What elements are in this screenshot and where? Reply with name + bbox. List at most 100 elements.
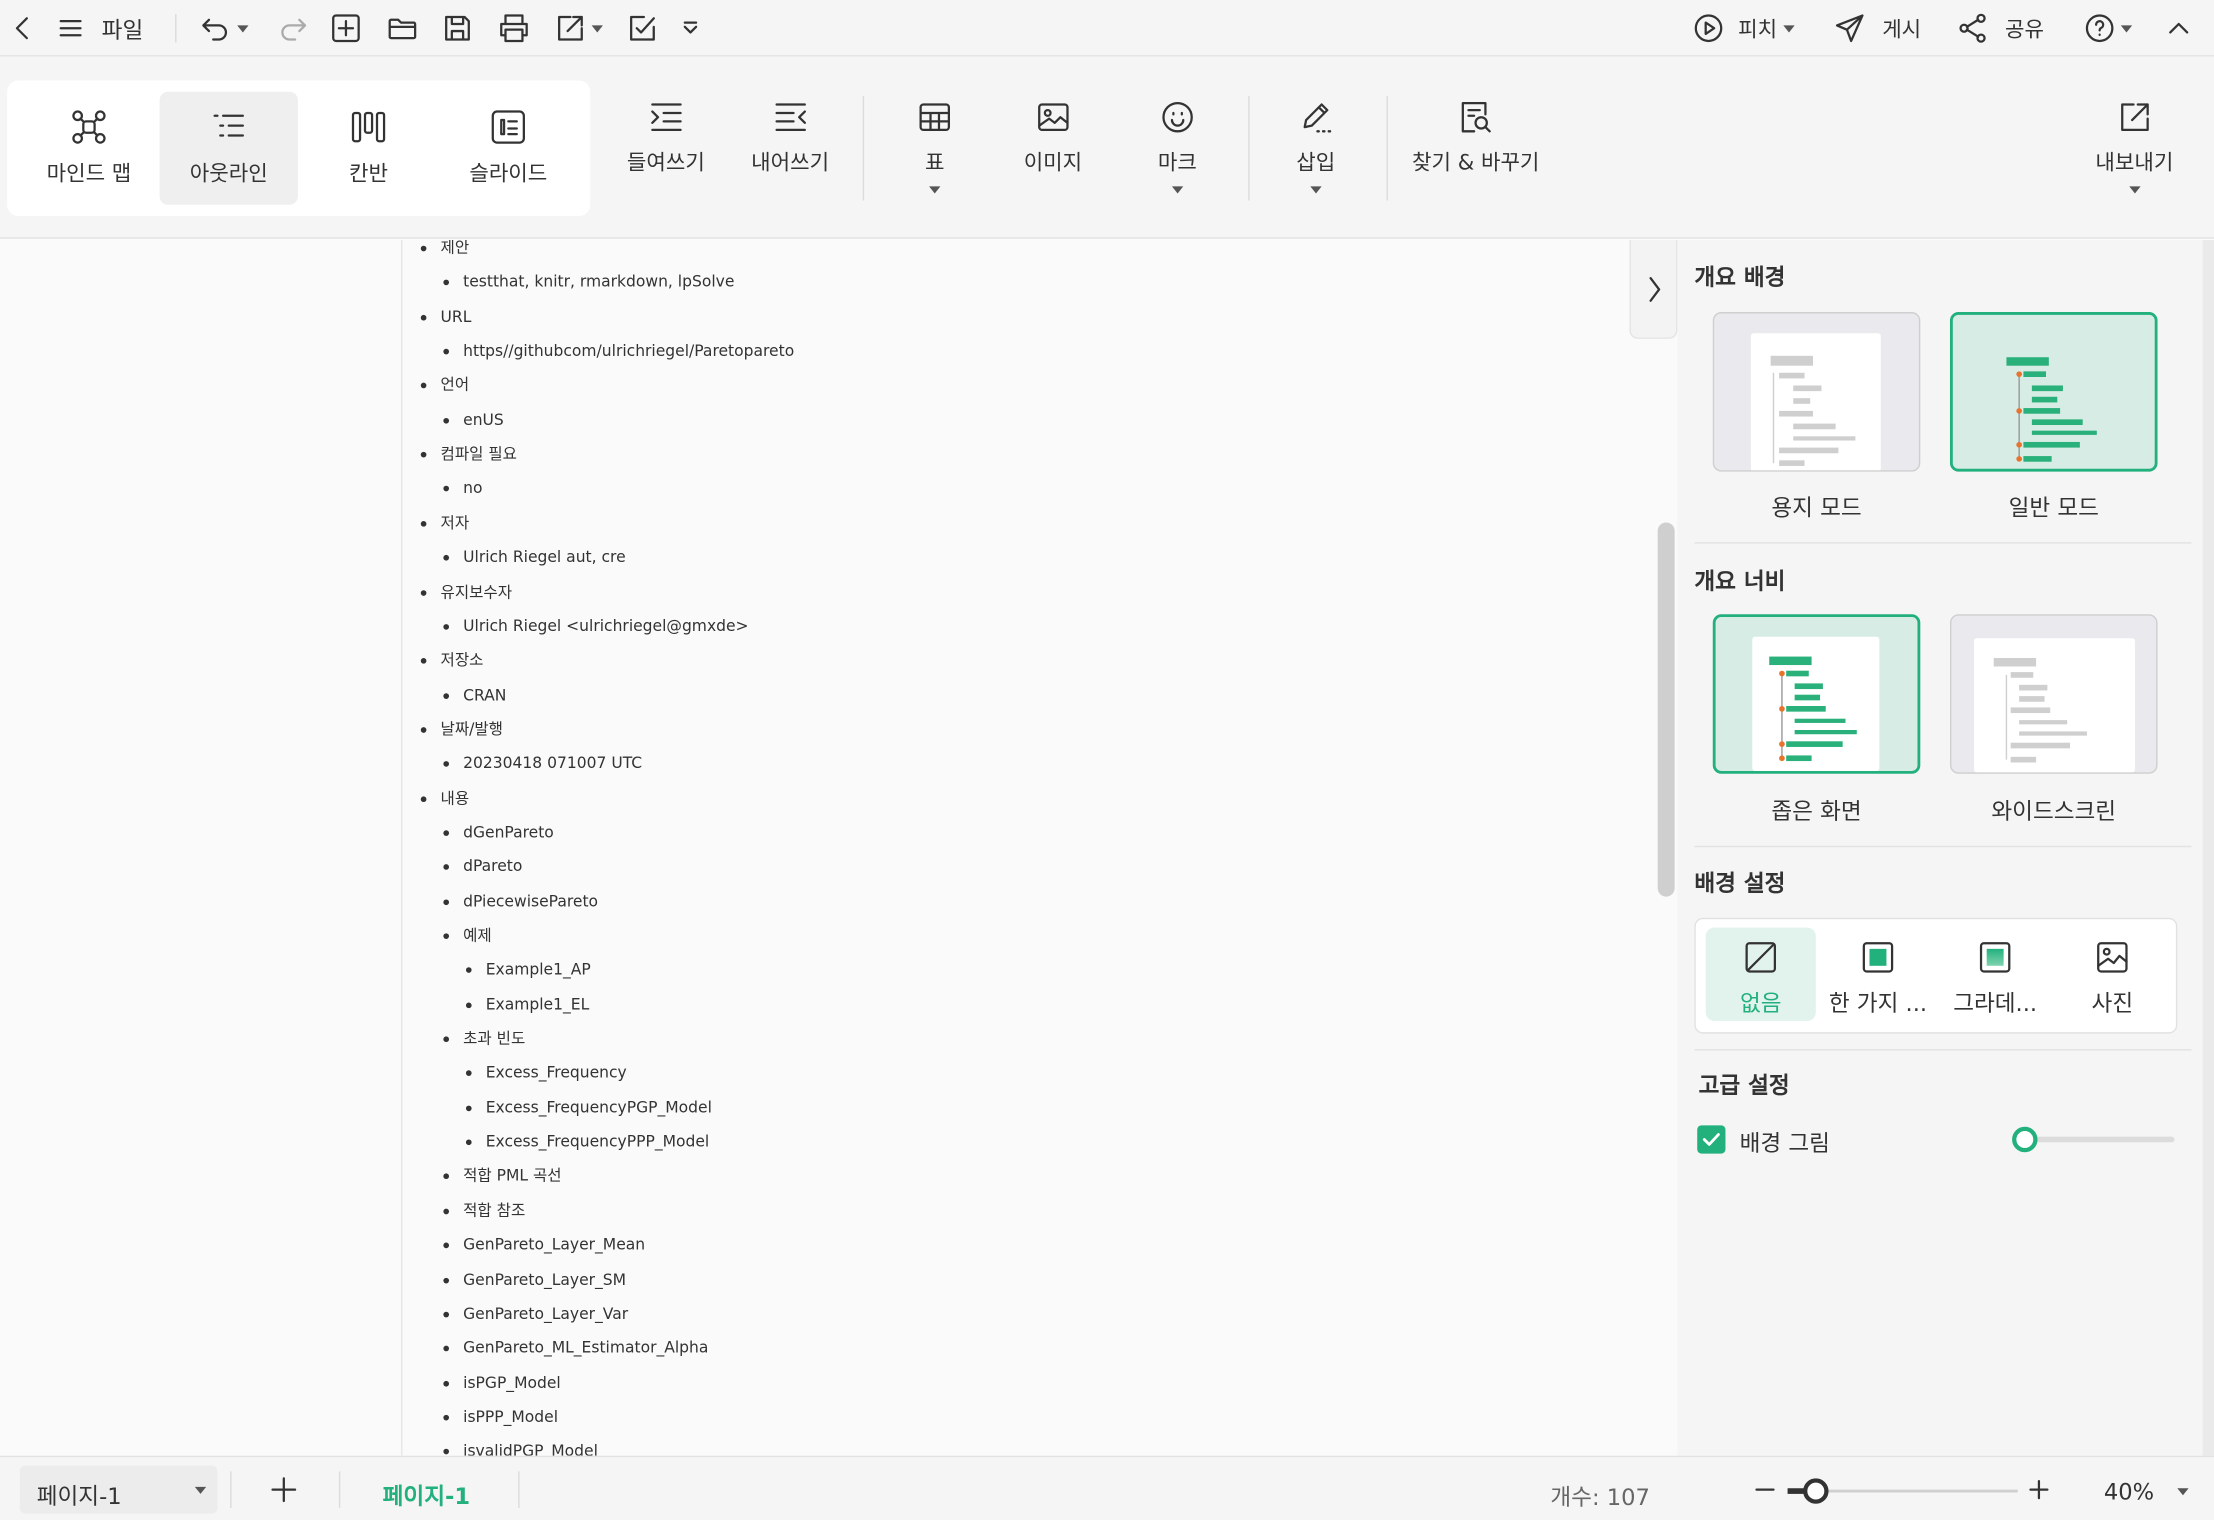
outline-node-level-0[interactable]: 저장소 (420, 651, 483, 671)
outline-node-level-1[interactable]: 적합 PML 곡선 (443, 1167, 562, 1187)
narrow-width-card[interactable] (1712, 614, 1921, 774)
page-tab[interactable]: 페이지-1 (383, 1477, 470, 1511)
outline-node-level-1[interactable]: GenPareto_Layer_Mean (443, 1236, 645, 1256)
view-slide[interactable]: 슬라이드 (439, 92, 577, 205)
outline-node-level-0[interactable]: 날짜/발행 (420, 720, 503, 740)
outline-node-level-0[interactable]: 내용 (420, 789, 469, 809)
outline-node-level-1[interactable]: isvalidPGP_Model (443, 1442, 598, 1456)
outline-node-level-1[interactable]: isPGP_Model (443, 1373, 561, 1393)
outline-node-level-0[interactable]: 저자 (420, 514, 469, 534)
outline-node-level-1[interactable]: GenPareto_Layer_Var (443, 1304, 628, 1324)
panel-scrollbar[interactable] (2202, 240, 2214, 1456)
mark-button[interactable]: 마크 (1158, 99, 1197, 194)
share-button[interactable]: 공유 (1957, 11, 2044, 45)
save-button[interactable] (442, 11, 473, 45)
outline-node-level-1[interactable]: GenPareto_ML_Estimator_Alpha (443, 1339, 708, 1359)
save-icon (445, 15, 470, 41)
page-select-value: 페이지-1 (36, 1482, 122, 1510)
view-kanban[interactable]: 칸반 (299, 92, 437, 205)
export-quick-button[interactable] (555, 11, 603, 45)
paper-mode-card[interactable] (1712, 312, 1921, 472)
zoom-level[interactable]: 40% (2104, 1478, 2154, 1505)
outline-node-level-1[interactable]: GenPareto_Layer_SM (443, 1270, 626, 1290)
new-file-button[interactable] (330, 11, 361, 45)
undo-button[interactable] (201, 11, 249, 45)
outline-node-level-1[interactable]: Ulrich Riegel aut, cre (443, 548, 626, 568)
insert-button[interactable]: 삽입 (1296, 99, 1335, 194)
open-folder-button[interactable] (387, 11, 418, 45)
outline-node-level-2[interactable]: Excess_FrequencyPPP_Model (465, 1133, 709, 1153)
help-button[interactable] (2084, 11, 2133, 45)
task-button[interactable] (627, 11, 658, 45)
bg-option-photo[interactable]: 사진 (2057, 928, 2167, 1021)
outline-node-level-0[interactable]: 컴파일 필요 (420, 445, 517, 465)
app-window: 파일 피치 게시 공유 마인드 맵 아웃라인 칸반 슬라이드 들여쓰기 내어쓰기… (0, 0, 2214, 1520)
outline-node-level-1[interactable]: dPareto (443, 858, 522, 878)
image-button[interactable]: 이미지 (1024, 99, 1082, 177)
outline-node-level-0[interactable]: 유지보수자 (420, 582, 512, 602)
redo-button[interactable] (277, 11, 308, 45)
outline-node-level-1[interactable]: testthat, knitr, rmarkdown, lpSolve (443, 273, 734, 293)
back-icon[interactable] (8, 11, 36, 45)
minus-icon (1755, 1488, 1775, 1491)
outline-node-level-1[interactable]: CRAN (443, 686, 506, 706)
outline-node-level-1[interactable]: enUS (443, 411, 504, 431)
outline-node-level-1[interactable]: 예제 (443, 926, 492, 946)
outline-node-level-0[interactable]: 제안 (420, 240, 469, 258)
outline-node-level-1[interactable]: 초과 빈도 (443, 1029, 525, 1049)
zoom-dropdown-icon[interactable] (2177, 1488, 2189, 1496)
collapse-panel-button[interactable] (1629, 240, 1678, 339)
narrow-width-label: 좁은 화면 (1771, 797, 1862, 825)
bg-option-none[interactable]: 없음 (1705, 927, 1816, 1021)
outline-node-level-2[interactable]: Excess_FrequencyPGP_Model (465, 1098, 712, 1118)
view-outline[interactable]: 아웃라인 (159, 91, 298, 205)
outline-node-level-1[interactable]: https//githubcom/ulrichriegel/Paretopare… (443, 342, 794, 362)
outline-node-level-1[interactable]: dGenPareto (443, 823, 554, 843)
pitch-button[interactable]: 피치 (1693, 11, 1795, 45)
outline-node-level-1[interactable]: 적합 참조 (443, 1201, 525, 1221)
find-replace-button[interactable]: 찾기 & 바꾸기 (1412, 99, 1539, 177)
outline-node-level-2[interactable]: Example1_EL (465, 995, 589, 1015)
export-button[interactable]: 내보내기 (2095, 99, 2173, 194)
zoom-slider[interactable] (1787, 1478, 2018, 1504)
zoom-slider-thumb[interactable] (1802, 1478, 1828, 1504)
outline-node-level-2[interactable]: Example1_AP (465, 961, 591, 981)
widescreen-card[interactable] (1949, 614, 2158, 774)
image-icon (1037, 103, 1069, 132)
bg-image-checkbox[interactable] (1697, 1125, 1726, 1154)
share-out-icon (558, 15, 583, 41)
normal-mode-card[interactable] (1949, 312, 2158, 472)
outline-canvas[interactable]: 제안 testthat, knitr, rmarkdown, lpSolve URL… (0, 240, 1678, 1456)
indent-button[interactable]: 들여쓰기 (627, 99, 705, 177)
canvas-scrollbar[interactable] (1657, 522, 1675, 897)
add-page-button[interactable] (270, 1476, 298, 1504)
bg-option-gradient[interactable]: 그라데... (1940, 928, 2050, 1021)
page-select[interactable]: 페이지-1 (19, 1465, 218, 1514)
insert-label: 삽입 (1296, 149, 1336, 176)
send-icon (1835, 14, 1864, 43)
bg-option-gradient-label: 그라데... (1953, 989, 2038, 1017)
view-mindmap[interactable]: 마인드 맵 (20, 92, 158, 205)
zoom-in-button[interactable] (2028, 1477, 2051, 1502)
file-menu[interactable]: 파일 (56, 11, 143, 45)
outdent-button[interactable]: 내어쓰기 (751, 99, 829, 177)
zoom-out-button[interactable] (1754, 1477, 1777, 1502)
bg-image-opacity-thumb[interactable] (2012, 1126, 2038, 1153)
bg-option-solid-label: 한 가지 ... (1828, 989, 1928, 1017)
more-tools-button[interactable] (681, 11, 701, 45)
outline-node-level-1[interactable]: dPiecewisePareto (443, 892, 598, 912)
outline-node-level-1[interactable]: no (443, 479, 482, 499)
outline-node-level-1[interactable]: isPPP_Model (443, 1408, 558, 1428)
table-button[interactable]: 표 (916, 99, 953, 194)
outline-node-level-1[interactable]: Ulrich Riegel <ulrichriegel@gmxde> (443, 617, 749, 637)
bg-image-opacity-slider[interactable] (2012, 1126, 2175, 1153)
publish-label: 게시 (1882, 16, 1922, 42)
bg-option-solid[interactable]: 한 가지 ... (1823, 928, 1933, 1021)
publish-button[interactable]: 게시 (1834, 11, 1921, 45)
outline-node-level-0[interactable]: URL (420, 307, 471, 327)
outline-node-level-0[interactable]: 언어 (420, 376, 469, 396)
outline-node-level-2[interactable]: Excess_Frequency (465, 1064, 627, 1084)
outline-node-level-1[interactable]: 20230418 071007 UTC (443, 754, 642, 774)
print-button[interactable] (497, 11, 531, 45)
collapse-ribbon-button[interactable] (2166, 11, 2191, 45)
